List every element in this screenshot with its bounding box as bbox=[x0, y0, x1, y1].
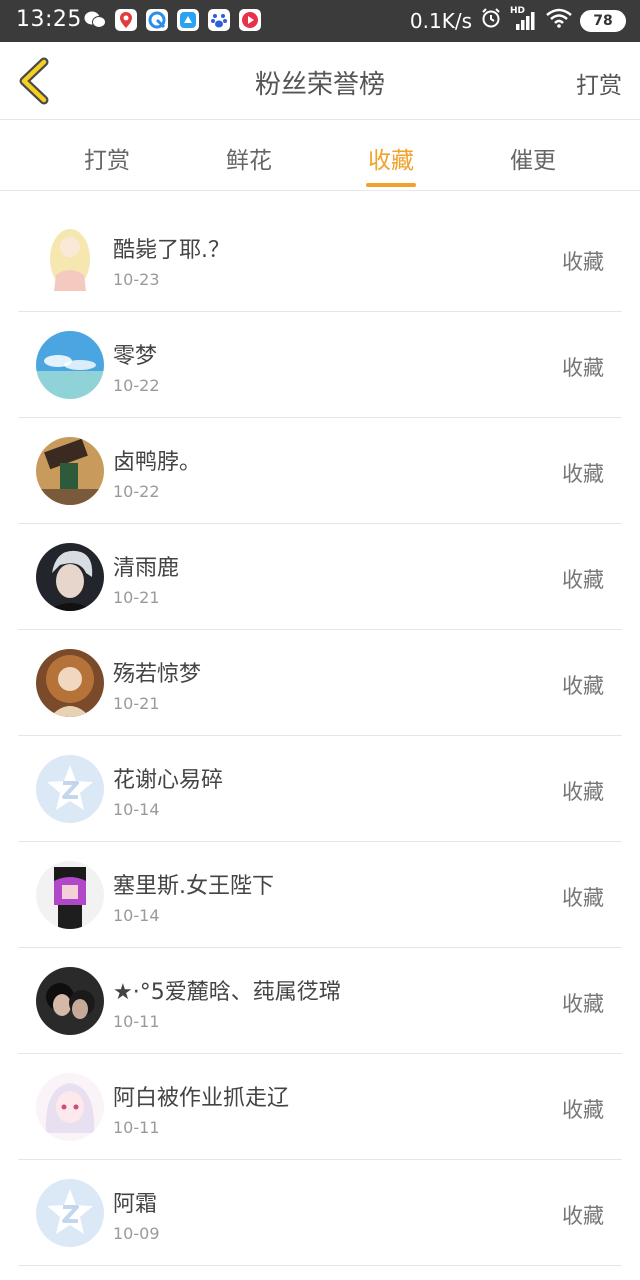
date: 10-09 bbox=[113, 1224, 160, 1243]
avatar bbox=[36, 967, 104, 1035]
action-type: 收藏 bbox=[562, 462, 604, 486]
avatar bbox=[36, 225, 104, 293]
list-item[interactable]: 阿霜 10-09 收藏 bbox=[18, 1160, 622, 1266]
list-item[interactable]: 殇若惊梦 10-21 收藏 bbox=[18, 630, 622, 736]
fan-list: 酷毙了耶.？ 10-23 收藏 零梦 10-22 收藏 卤鸭脖。 10-22 收… bbox=[18, 206, 622, 1266]
tab-label: 收藏 bbox=[368, 148, 414, 174]
notification-icons bbox=[84, 9, 261, 31]
list-item[interactable]: 塞里斯.女王陛下 10-14 收藏 bbox=[18, 842, 622, 948]
date: 10-11 bbox=[113, 1012, 160, 1031]
list-item[interactable]: 清雨鹿 10-21 收藏 bbox=[18, 524, 622, 630]
date: 10-11 bbox=[113, 1118, 160, 1137]
tab-urge-update[interactable]: 催更 bbox=[462, 121, 604, 191]
action-type: 收藏 bbox=[562, 780, 604, 804]
status-bar: 13:25 0.1K/s HD 78 bbox=[0, 0, 640, 42]
user-name: 卤鸭脖。 bbox=[113, 450, 202, 475]
avatar bbox=[36, 331, 104, 399]
user-name: 塞里斯.女王陛下 bbox=[113, 874, 274, 899]
avatar bbox=[36, 1179, 104, 1247]
avatar bbox=[36, 543, 104, 611]
list-item[interactable]: 花谢心易碎 10-14 收藏 bbox=[18, 736, 622, 842]
action-type: 收藏 bbox=[562, 674, 604, 698]
status-right: 0.1K/s HD 78 bbox=[409, 6, 626, 34]
list-item[interactable]: 卤鸭脖。 10-22 收藏 bbox=[18, 418, 622, 524]
page-title: 粉丝荣誉榜 bbox=[254, 70, 385, 100]
avatar bbox=[36, 649, 104, 717]
baidu-app-icon bbox=[208, 9, 230, 31]
action-type: 收藏 bbox=[562, 886, 604, 910]
date: 10-22 bbox=[113, 376, 160, 395]
user-name: 阿霜 bbox=[113, 1192, 158, 1217]
action-type: 收藏 bbox=[562, 250, 604, 274]
user-name: 清雨鹿 bbox=[113, 556, 180, 581]
date: 10-23 bbox=[113, 270, 160, 289]
list-item[interactable]: 阿白被作业抓走辽 10-11 收藏 bbox=[18, 1054, 622, 1160]
date: 10-14 bbox=[113, 906, 160, 925]
network-speed: 0.1K/s bbox=[409, 8, 472, 33]
tab-label: 鲜花 bbox=[226, 148, 272, 174]
list-item[interactable]: 零梦 10-22 收藏 bbox=[18, 312, 622, 418]
status-time: 13:25 bbox=[16, 7, 82, 32]
action-type: 收藏 bbox=[562, 1098, 604, 1122]
avatar bbox=[36, 861, 104, 929]
date: 10-14 bbox=[113, 800, 160, 819]
tab-bar: 打赏 鲜花 收藏 催更 bbox=[0, 121, 640, 191]
user-name: ★·°5爱麓晗、莼属徔瑺 bbox=[113, 980, 341, 1005]
date: 10-21 bbox=[113, 588, 160, 607]
user-name: 零梦 bbox=[113, 344, 158, 369]
date: 10-22 bbox=[113, 482, 160, 501]
message-app-icon bbox=[177, 9, 199, 31]
tab-label: 打赏 bbox=[84, 148, 130, 174]
avatar bbox=[36, 437, 104, 505]
user-name: 阿白被作业抓走辽 bbox=[113, 1086, 290, 1111]
active-tab-indicator bbox=[366, 183, 416, 187]
wifi-icon bbox=[546, 8, 572, 33]
user-name: 殇若惊梦 bbox=[113, 662, 202, 687]
tab-reward[interactable]: 打赏 bbox=[36, 121, 178, 191]
user-name: 花谢心易碎 bbox=[113, 768, 224, 793]
tab-flowers[interactable]: 鲜花 bbox=[178, 121, 320, 191]
map-pin-app-icon bbox=[115, 9, 137, 31]
battery-indicator: 78 bbox=[580, 9, 626, 32]
list-item[interactable]: 酷毙了耶.？ 10-23 收藏 bbox=[18, 206, 622, 312]
wechat-icon bbox=[84, 9, 106, 31]
signal-icon: HD bbox=[510, 6, 538, 32]
date: 10-21 bbox=[113, 694, 160, 713]
action-type: 收藏 bbox=[562, 1204, 604, 1228]
avatar bbox=[36, 1073, 104, 1141]
app-header: 粉丝荣誉榜 打赏 bbox=[0, 42, 640, 120]
list-item[interactable]: ★·°5爱麓晗、莼属徔瑺 10-11 收藏 bbox=[18, 948, 622, 1054]
avatar bbox=[36, 755, 104, 823]
tab-label: 催更 bbox=[510, 148, 556, 174]
video-app-icon bbox=[239, 9, 261, 31]
reward-action-button[interactable]: 打赏 bbox=[576, 66, 622, 100]
action-type: 收藏 bbox=[562, 992, 604, 1016]
tab-favorites[interactable]: 收藏 bbox=[320, 121, 462, 191]
action-type: 收藏 bbox=[562, 568, 604, 592]
alarm-icon bbox=[480, 7, 502, 34]
user-name: 酷毙了耶.？ bbox=[113, 238, 230, 263]
action-type: 收藏 bbox=[562, 356, 604, 380]
browser-app-icon bbox=[146, 9, 168, 31]
